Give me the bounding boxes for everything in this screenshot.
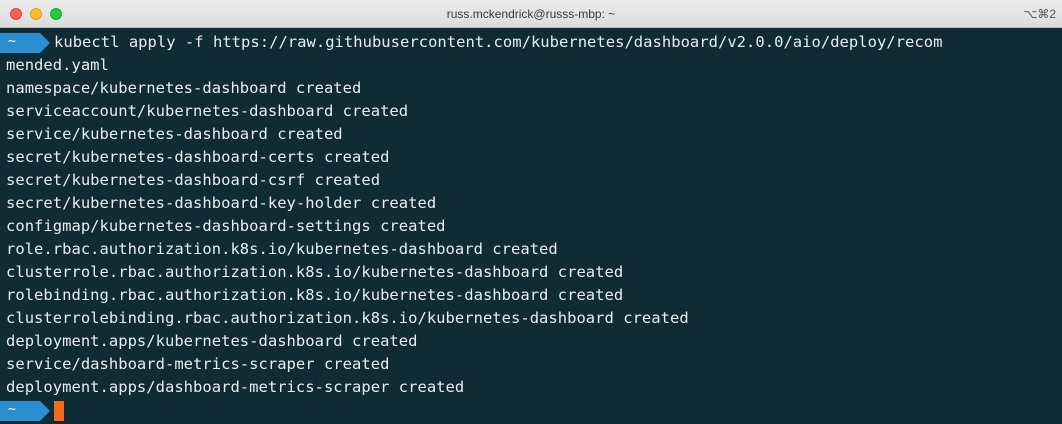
prompt-directory: ~	[8, 33, 16, 49]
terminal-window: russ.mckendrick@russs-mbp: ~ ⌥⌘2 ~ kubec…	[0, 0, 1062, 424]
command-wrap-line: mended.yaml	[6, 56, 109, 74]
output-line: secret/kubernetes-dashboard-key-holder c…	[6, 194, 437, 212]
prompt-badge: ~	[0, 32, 50, 53]
output-line: service/kubernetes-dashboard created	[6, 125, 343, 143]
output-line: deployment.apps/dashboard-metrics-scrape…	[6, 378, 465, 396]
output-line: namespace/kubernetes-dashboard created	[6, 79, 362, 97]
command-prompt-line: ~ kubectl apply -f https://raw.githubuse…	[0, 31, 1062, 54]
prompt-badge: ~	[0, 400, 50, 421]
command-text: kubectl apply -f https://raw.githubuserc…	[54, 33, 943, 51]
prompt-directory: ~	[8, 401, 16, 417]
output-line: rolebinding.rbac.authorization.k8s.io/ku…	[6, 286, 624, 304]
text-cursor	[54, 400, 64, 421]
output-line: service/dashboard-metrics-scraper create…	[6, 355, 390, 373]
output-line: clusterrolebinding.rbac.authorization.k8…	[6, 309, 689, 327]
tab-shortcut-label: ⌥⌘2	[1023, 7, 1056, 21]
window-title: russ.mckendrick@russs-mbp: ~	[446, 7, 616, 21]
output-line: secret/kubernetes-dashboard-csrf created	[6, 171, 381, 189]
output-line: deployment.apps/kubernetes-dashboard cre…	[6, 332, 418, 350]
output-line: secret/kubernetes-dashboard-certs create…	[6, 148, 390, 166]
output-line: serviceaccount/kubernetes-dashboard crea…	[6, 102, 409, 120]
output-line: role.rbac.authorization.k8s.io/kubernete…	[6, 240, 558, 258]
output-line: clusterrole.rbac.authorization.k8s.io/ku…	[6, 263, 624, 281]
output-line: configmap/kubernetes-dashboard-settings …	[6, 217, 446, 235]
active-prompt-line[interactable]: ~	[0, 399, 1062, 422]
title-bar[interactable]: russ.mckendrick@russs-mbp: ~ ⌥⌘2	[0, 0, 1062, 28]
terminal-output-area[interactable]: ~ kubectl apply -f https://raw.githubuse…	[0, 28, 1062, 422]
